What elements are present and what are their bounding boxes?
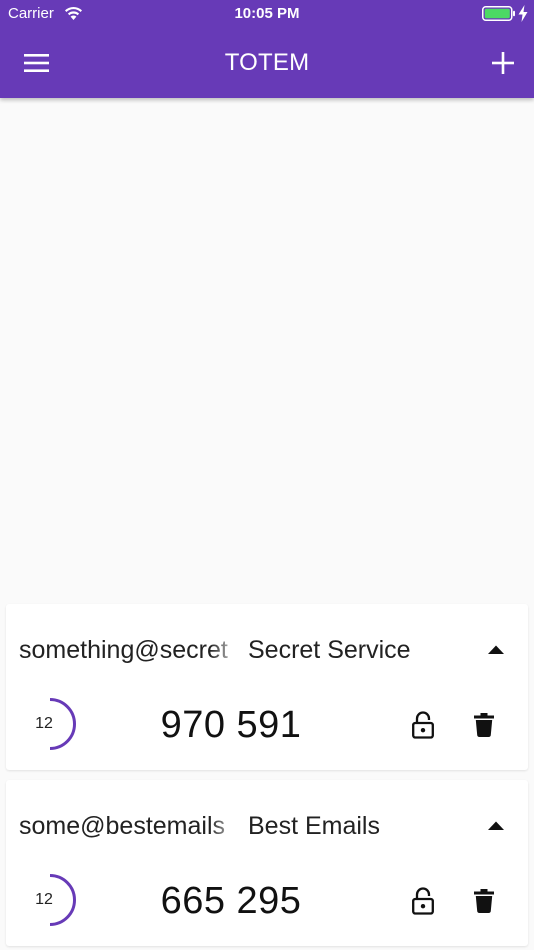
otp-code[interactable]: 665 295 — [106, 879, 356, 923]
countdown-seconds: 12 — [35, 891, 53, 908]
delete-button[interactable] — [467, 884, 501, 918]
app-screen: Carrier 10:05 PM TOTEM something@secret … — [0, 0, 534, 950]
battery-icon — [482, 6, 516, 21]
account-card: something@secret Secret Service 12 970 5… — [6, 604, 528, 770]
collapse-button[interactable] — [480, 810, 512, 840]
lock-button[interactable] — [406, 884, 440, 918]
account-issuer: Secret Service — [248, 636, 411, 664]
account-user: some@bestemails — [19, 812, 226, 840]
delete-button[interactable] — [467, 708, 501, 742]
lock-button[interactable] — [406, 708, 440, 742]
charging-bolt-icon — [518, 5, 528, 22]
unlocked-padlock-icon — [412, 711, 434, 739]
status-bar: Carrier 10:05 PM — [0, 0, 534, 28]
collapse-button[interactable] — [480, 634, 512, 664]
trash-icon — [474, 889, 494, 913]
top-bar: Carrier 10:05 PM TOTEM — [0, 0, 534, 98]
countdown-timer: 12 — [22, 872, 78, 928]
unlocked-padlock-icon — [412, 887, 434, 915]
account-user: something@secret — [19, 636, 228, 664]
countdown-seconds: 12 — [35, 715, 53, 732]
add-account-button[interactable] — [484, 45, 522, 81]
trash-icon — [474, 713, 494, 737]
account-issuer: Best Emails — [248, 812, 380, 840]
account-card: some@bestemails Best Emails 12 665 295 — [6, 780, 528, 946]
expand-up-icon — [488, 645, 504, 654]
countdown-timer: 12 — [22, 696, 78, 752]
app-bar: TOTEM — [0, 28, 534, 98]
otp-code[interactable]: 970 591 — [106, 703, 356, 747]
expand-up-icon — [488, 821, 504, 830]
status-clock: 10:05 PM — [234, 5, 300, 22]
plus-icon — [492, 52, 514, 74]
app-title: TOTEM — [224, 49, 310, 76]
